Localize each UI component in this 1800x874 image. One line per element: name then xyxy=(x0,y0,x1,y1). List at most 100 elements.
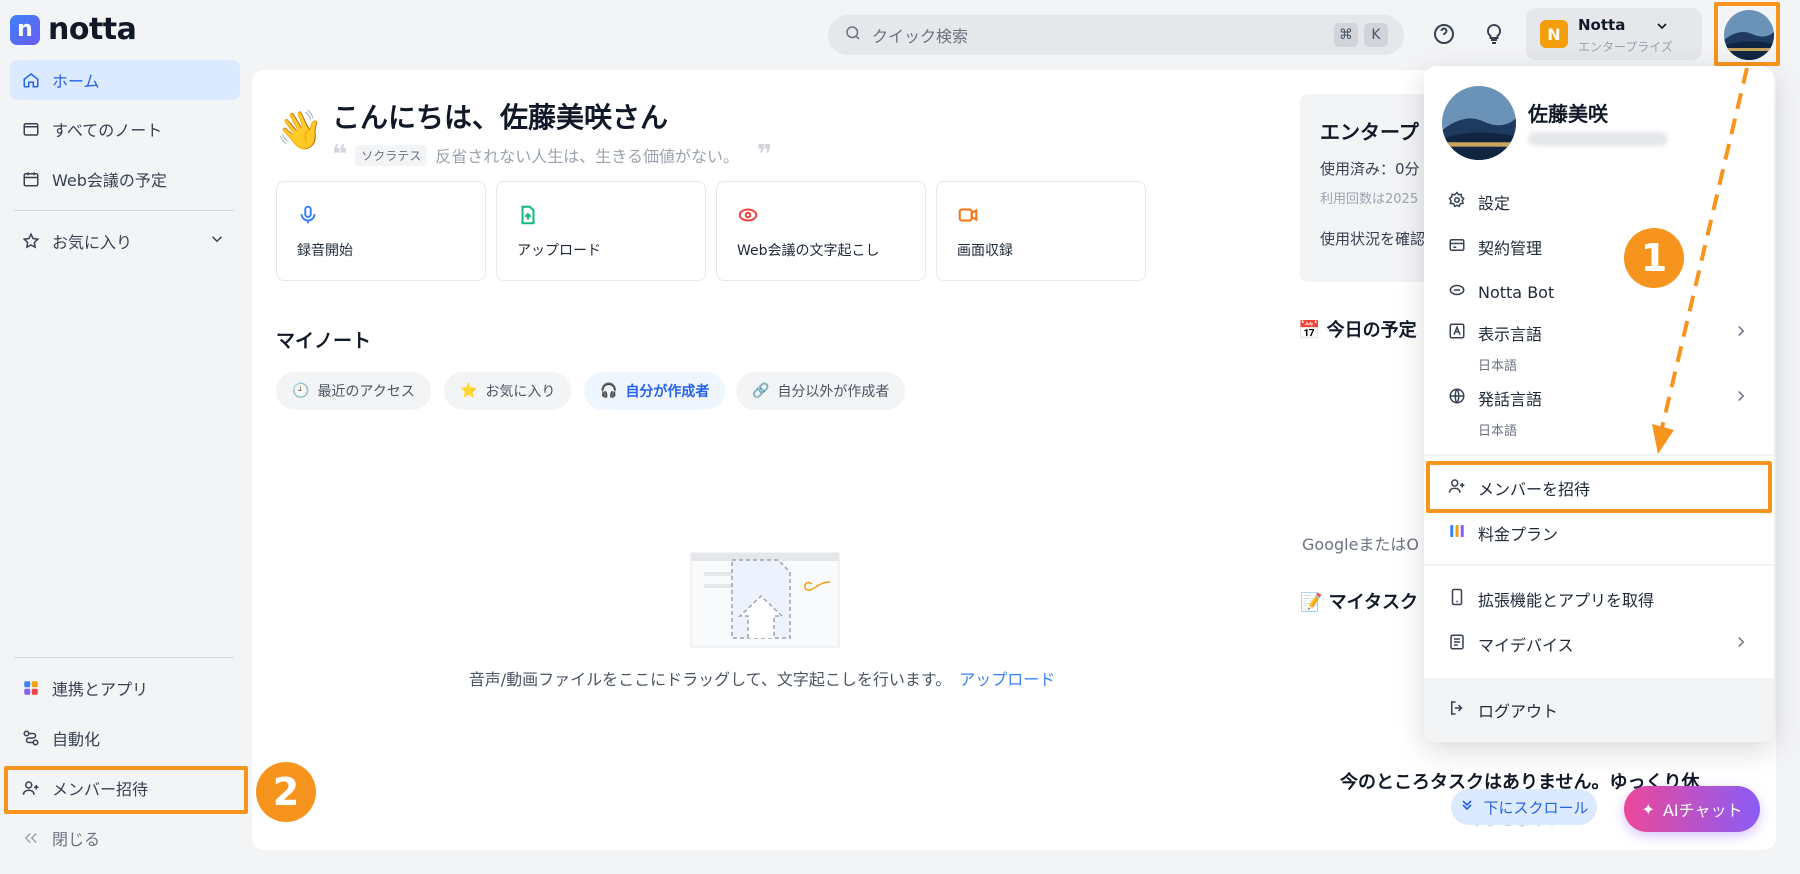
sidebar-item-favorites[interactable]: お気に入り xyxy=(10,221,240,261)
menu-label: メンバーを招待 xyxy=(1478,480,1591,499)
link-icon: 🔗 xyxy=(752,383,770,399)
sidebar-item-label: お気に入り xyxy=(52,233,133,252)
search-icon xyxy=(844,24,862,46)
screen-record-button[interactable]: 画面収録 xyxy=(936,181,1146,281)
search-placeholder: クイック検索 xyxy=(872,27,969,46)
user-menu: 佐藤美咲 設定 契約管理 Notta Bot 表示言語 日本語 発話言語 日本語… xyxy=(1424,66,1774,742)
quote-open-icon: ❝ xyxy=(332,140,348,170)
menu-label: 料金プラン xyxy=(1478,525,1559,544)
star-icon: ⭐ xyxy=(460,383,478,399)
sidebar-item-automation[interactable]: 自動化 xyxy=(10,718,240,758)
user-menu-email-blurred xyxy=(1528,132,1668,146)
check-usage-link[interactable]: 使用状況を確認 xyxy=(1320,228,1425,249)
gear-icon xyxy=(1448,191,1466,213)
app-logo[interactable]: n notta xyxy=(10,12,137,47)
menu-logout[interactable]: ログアウト xyxy=(1424,690,1774,730)
microphone-icon xyxy=(297,204,319,226)
menu-label: 拡張機能とアプリを取得 xyxy=(1478,591,1655,610)
menu-invite-members[interactable]: メンバーを招待 xyxy=(1424,468,1774,508)
screen-record-icon xyxy=(957,204,979,226)
action-label: Web会議の文字起こし xyxy=(737,243,880,259)
bot-icon xyxy=(1448,281,1466,303)
search-input[interactable]: クイック検索 ⌘ K xyxy=(828,15,1404,55)
sidebar-item-home[interactable]: ホーム xyxy=(10,60,240,100)
menu-label: Notta Bot xyxy=(1478,282,1555,302)
workspace-switcher[interactable]: N Notta エンタープライズ xyxy=(1526,8,1702,60)
folder-icon xyxy=(22,120,40,138)
double-chevron-down-icon xyxy=(1459,797,1475,817)
add-user-icon xyxy=(22,779,40,797)
menu-display-language[interactable]: 表示言語 xyxy=(1424,313,1774,353)
pricing-icon xyxy=(1448,522,1466,544)
chevron-down-icon xyxy=(1654,18,1670,38)
speech-language-value: 日本語 xyxy=(1478,424,1518,439)
help-icon[interactable] xyxy=(1432,22,1456,46)
menu-label: 契約管理 xyxy=(1478,239,1543,258)
sidebar-collapse[interactable]: 閉じる xyxy=(10,818,240,858)
menu-settings[interactable]: 設定 xyxy=(1424,182,1774,222)
menu-contract[interactable]: 契約管理 xyxy=(1424,227,1774,267)
language-icon xyxy=(1448,322,1466,344)
display-language-value: 日本語 xyxy=(1478,359,1518,374)
menu-label: マイデバイス xyxy=(1478,636,1574,655)
sidebar-item-integrations[interactable]: 連携とアプリ xyxy=(10,668,240,708)
menu-notta-bot[interactable]: Notta Bot xyxy=(1424,272,1774,312)
filter-recent[interactable]: 🕘 最近のアクセス xyxy=(276,372,431,410)
filter-created-by-me[interactable]: 🎧 自分が作成者 xyxy=(584,372,726,410)
sparkle-icon: ✦ xyxy=(1641,799,1655,819)
headphones-icon: 🎧 xyxy=(600,383,618,399)
menu-speech-language[interactable]: 発話言語 xyxy=(1424,378,1774,418)
upload-button[interactable]: アップロード xyxy=(496,181,706,281)
daily-quote: ❝ ソクラテス 反省されない人生は、生きる価値がない。 ❞ xyxy=(332,142,772,168)
logout-icon xyxy=(1448,699,1466,721)
user-menu-avatar xyxy=(1442,86,1516,160)
filter-favorites[interactable]: ⭐ お気に入り xyxy=(444,372,572,410)
menu-label: 発話言語 xyxy=(1478,390,1543,409)
my-notes-title: マイノート xyxy=(276,330,372,352)
user-avatar[interactable] xyxy=(1724,10,1774,60)
meeting-transcribe-button[interactable]: Web会議の文字起こし xyxy=(716,181,926,281)
upload-link[interactable]: アップロード xyxy=(959,670,1055,689)
filter-label: 自分が作成者 xyxy=(625,384,710,400)
menu-pricing[interactable]: 料金プラン xyxy=(1424,513,1774,553)
filter-label: 自分以外が作成者 xyxy=(777,384,890,400)
sidebar-item-label: すべてのノート xyxy=(52,121,163,140)
empty-state-text: 音声/動画ファイルをここにドラッグして、文字起こしを行います。 アップロード xyxy=(252,666,1272,690)
clock-icon: 🕘 xyxy=(292,383,310,399)
upload-illustration xyxy=(690,552,840,648)
wave-emoji: 👋 xyxy=(276,108,324,152)
device-icon xyxy=(1448,588,1466,610)
ai-chat-button[interactable]: ✦ AIチャット xyxy=(1624,786,1760,832)
menu-my-devices[interactable]: マイデバイス xyxy=(1424,624,1774,664)
menu-get-extensions[interactable]: 拡張機能とアプリを取得 xyxy=(1424,579,1774,619)
lightbulb-icon[interactable] xyxy=(1482,22,1506,46)
filter-created-by-others[interactable]: 🔗 自分以外が作成者 xyxy=(736,372,906,410)
menu-label: 表示言語 xyxy=(1478,325,1543,344)
action-label: アップロード xyxy=(517,243,601,259)
my-tasks-title: 📝 マイタスク xyxy=(1300,592,1418,613)
add-user-icon xyxy=(1448,477,1466,499)
action-label: 画面収録 xyxy=(957,243,1013,259)
quote-author: ソクラテス xyxy=(355,144,428,166)
chevron-down-icon[interactable] xyxy=(208,230,226,252)
calendar-icon xyxy=(22,170,40,188)
step-2-badge: 2 xyxy=(256,762,316,822)
plan-card: エンタープ 使用済み：0分 利用回数は2025 使用状況を確認 xyxy=(1300,94,1440,282)
divider xyxy=(14,210,234,211)
logo-icon: n xyxy=(10,14,40,45)
sidebar-item-all-notes[interactable]: すべてのノート xyxy=(10,109,240,149)
google-connect-text: GoogleまたはO xyxy=(1302,535,1420,554)
filter-label: 最近のアクセス xyxy=(317,384,415,400)
menu-label: ログアウト xyxy=(1478,702,1559,721)
record-button[interactable]: 録音開始 xyxy=(276,181,486,281)
menu-divider xyxy=(1424,454,1774,456)
divider xyxy=(14,657,234,658)
device-list-icon xyxy=(1448,633,1466,655)
home-icon xyxy=(22,71,40,89)
scroll-down-button[interactable]: 下にスクロール xyxy=(1451,789,1597,825)
chevron-right-icon xyxy=(1732,322,1750,344)
menu-footer: ログアウト xyxy=(1424,678,1774,742)
sidebar-item-invite-members[interactable]: メンバー招待 xyxy=(10,768,240,808)
sidebar-item-web-meetings[interactable]: Web会議の予定 xyxy=(10,159,240,199)
globe-icon xyxy=(1448,387,1466,409)
